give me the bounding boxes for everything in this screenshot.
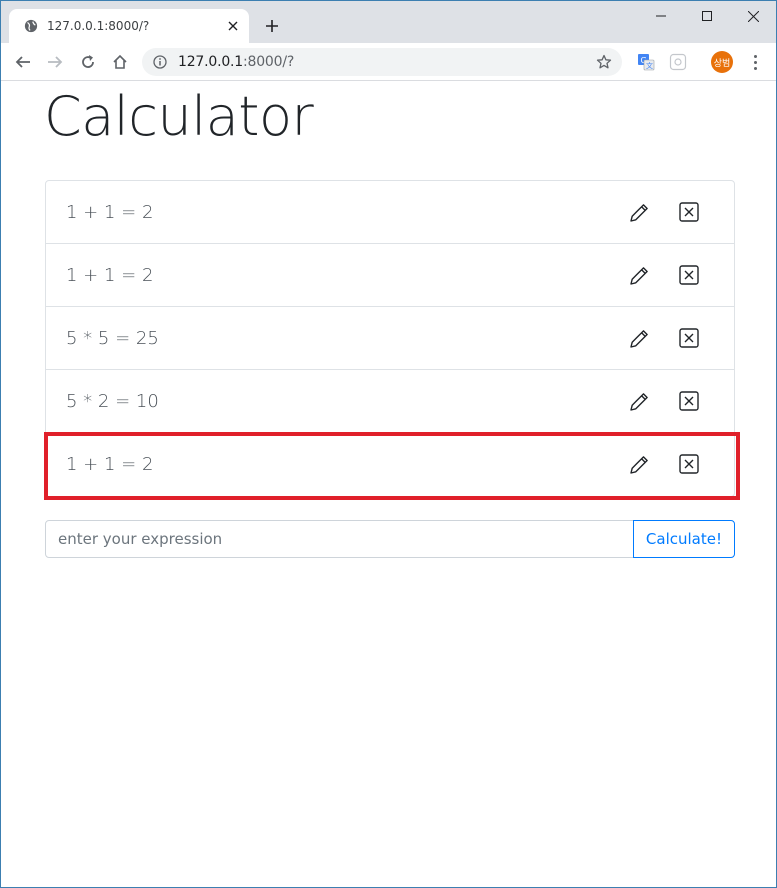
close-box-icon[interactable] (678, 390, 700, 412)
page-title: Calculator (44, 85, 314, 148)
pencil-icon[interactable] (628, 265, 650, 287)
pencil-icon[interactable] (628, 202, 650, 224)
maximize-icon[interactable] (684, 1, 730, 31)
close-box-icon[interactable] (678, 264, 700, 286)
translate-icon[interactable]: G文 (637, 53, 655, 71)
arrow-left-icon[interactable] (11, 50, 35, 74)
expression-form: Calculate! (45, 520, 735, 558)
more-vert-icon[interactable] (747, 52, 763, 72)
minimize-icon[interactable] (638, 1, 684, 31)
calculation-list: 1 + 1 = 2 1 + 1 = 2 5 * 5 = 25 5 * 2 = 1… (44, 180, 740, 500)
reload-icon[interactable] (76, 50, 100, 74)
home-icon[interactable] (108, 50, 132, 74)
star-icon[interactable] (594, 52, 614, 72)
url-text: 127.0.0.1:8000/? (178, 54, 594, 70)
calculation-row-highlighted: 1 + 1 = 2 (44, 432, 740, 500)
calculation-row: 5 * 2 = 10 (46, 370, 734, 433)
calculation-row: 5 * 5 = 25 (46, 307, 734, 370)
profile-avatar[interactable]: 상범 (711, 51, 733, 73)
calculation-row: 1 + 1 = 2 (46, 244, 734, 307)
address-bar[interactable]: 127.0.0.1:8000/? (142, 48, 622, 76)
extension-icon[interactable] (669, 53, 687, 71)
browser-tab-strip: 127.0.0.1:8000/? (1, 1, 776, 43)
pencil-icon[interactable] (628, 391, 650, 413)
close-box-icon[interactable] (678, 327, 700, 349)
close-window-icon[interactable] (730, 1, 776, 31)
url-host: 127.0.0.1 (178, 54, 243, 70)
pencil-icon[interactable] (628, 328, 650, 350)
close-box-icon[interactable] (678, 201, 700, 223)
calculate-button[interactable]: Calculate! (632, 520, 735, 558)
browser-toolbar: 127.0.0.1:8000/? G文 상범 (1, 43, 776, 81)
svg-text:文: 文 (646, 61, 653, 70)
calculation-row: 1 + 1 = 2 (46, 181, 734, 244)
arrow-right-icon[interactable] (43, 50, 67, 74)
expression-input[interactable] (45, 520, 634, 558)
window-controls (638, 1, 776, 31)
globe-icon (23, 18, 39, 34)
plus-icon[interactable] (261, 15, 283, 37)
close-box-icon[interactable] (678, 453, 700, 475)
info-icon[interactable] (152, 54, 168, 70)
url-path: :8000/? (243, 54, 295, 70)
browser-tab[interactable]: 127.0.0.1:8000/? (9, 9, 249, 43)
close-icon[interactable] (225, 18, 241, 34)
pencil-icon[interactable] (628, 454, 650, 476)
tab-title: 127.0.0.1:8000/? (47, 19, 150, 33)
